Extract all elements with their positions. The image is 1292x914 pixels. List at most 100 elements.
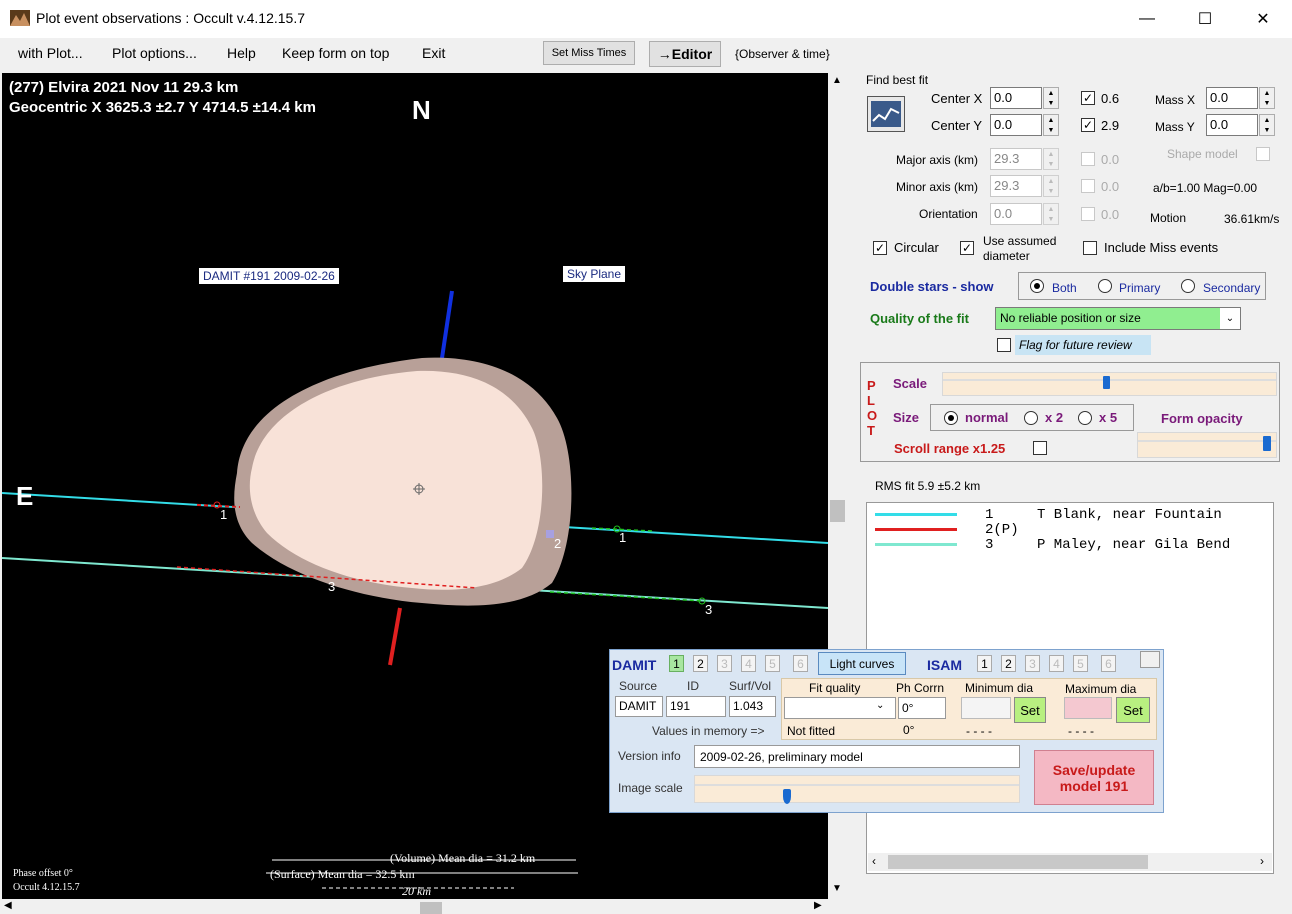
radio-both-label: Both [1052,281,1077,295]
damit-model-6[interactable]: 6 [793,655,808,672]
isam-model-2[interactable]: 2 [1001,655,1016,672]
source-label: Source [619,679,658,693]
set-minimum-dia-button[interactable]: Set [1014,697,1046,723]
center-y-spinner[interactable]: ▲ ▼ [1043,114,1059,136]
memory-ph-corrn: 0° [903,723,915,737]
radio-both[interactable] [1030,279,1044,293]
quality-dropdown[interactable]: No reliable position or size [995,307,1241,330]
scroll-range-checkbox[interactable] [1033,441,1047,455]
maximize-button[interactable]: ☐ [1176,0,1234,38]
surf-vol-field[interactable]: 1.043 [729,696,776,717]
isam-model-1[interactable]: 1 [977,655,992,672]
damit-model-3[interactable]: 3 [717,655,732,672]
isam-model-3[interactable]: 3 [1025,655,1040,672]
double-stars-label: Double stars - show [870,279,994,294]
version-info-label: Version info [618,749,681,763]
mass-y-spinner[interactable]: ▲ ▼ [1259,114,1275,136]
plot-horizontal-scrollbar[interactable]: ◀ ▶ [0,899,829,914]
menu-with-plot[interactable]: with Plot... [18,45,83,61]
observer-num-1: 1 [985,507,994,523]
minor-axis-input[interactable]: 29.3 [990,175,1042,197]
center-y-input[interactable]: 0.0 [990,114,1042,136]
use-assumed-checkbox[interactable]: ✓ [960,241,974,255]
list-scroll-left-icon[interactable]: ‹ [872,854,876,868]
mass-x-spinner[interactable]: ▲ ▼ [1259,87,1275,109]
image-scale-slider-thumb[interactable] [783,789,791,804]
light-curves-button[interactable]: Light curves [818,652,906,675]
scroll-down-icon[interactable]: ▼ [832,883,842,894]
scroll-left-icon[interactable]: ◀ [4,900,12,911]
major-fit-value: 0.0 [1101,152,1120,167]
menu-help[interactable]: Help [227,45,256,61]
form-opacity-slider[interactable] [1137,432,1277,458]
center-x-spinner[interactable]: ▲ ▼ [1043,87,1059,109]
radio-secondary[interactable] [1181,279,1195,293]
scale-slider[interactable] [942,372,1277,396]
ph-corrn-field[interactable]: 0° [898,697,946,719]
maximum-dia-field[interactable] [1064,697,1112,719]
scale-slider-thumb[interactable] [1103,376,1110,389]
observer-list-hscroll[interactable]: ‹ › [868,853,1272,871]
not-fitted-label: Not fitted [787,724,836,738]
damit-model-1[interactable]: 1 [669,655,684,672]
quality-dropdown-chevron-icon[interactable]: ⌄ [1220,308,1240,329]
radio-size-x2[interactable] [1024,411,1038,425]
list-hscroll-thumb[interactable] [888,855,1148,869]
save-update-model-button[interactable]: Save/update model 191 [1034,750,1154,805]
damit-model-2[interactable]: 2 [693,655,708,672]
orientation-fit-checkbox[interactable] [1081,207,1095,221]
radio-size-normal[interactable] [944,411,958,425]
orientation-spinner[interactable]: ▲ ▼ [1043,203,1059,225]
set-miss-times-button[interactable]: Set Miss Times [543,41,635,65]
menu-exit[interactable]: Exit [422,45,445,61]
include-miss-checkbox[interactable] [1083,241,1097,255]
minimum-dia-field[interactable] [961,697,1011,719]
minor-axis-spinner[interactable]: ▲ ▼ [1043,175,1059,197]
vscroll-thumb[interactable] [830,500,845,522]
radio-size-x5[interactable] [1078,411,1092,425]
set-maximum-dia-button[interactable]: Set [1116,697,1150,723]
close-button[interactable]: ✕ [1234,0,1292,38]
shape-model-checkbox[interactable] [1256,147,1270,161]
minor-fit-checkbox[interactable] [1081,179,1095,193]
list-scroll-right-icon[interactable]: › [1260,854,1264,868]
damit-panel-close-button[interactable] [1140,651,1160,668]
editor-button[interactable]: →Editor [649,41,721,67]
circular-checkbox[interactable]: ✓ [873,241,887,255]
damit-model-5[interactable]: 5 [765,655,780,672]
center-x-fit-checkbox[interactable]: ✓ [1081,91,1095,105]
fit-quality-chevron-icon[interactable]: ⌄ [876,700,884,711]
major-axis-input[interactable]: 29.3 [990,148,1042,170]
menu-plot-options[interactable]: Plot options... [112,45,197,61]
minimize-button[interactable]: — [1118,0,1176,38]
mass-y-input[interactable]: 0.0 [1206,114,1258,136]
flag-review-checkbox[interactable] [997,338,1011,352]
isam-model-6[interactable]: 6 [1101,655,1116,672]
mass-x-input[interactable]: 0.0 [1206,87,1258,109]
spin-axis-north [440,290,454,359]
center-x-input[interactable]: 0.0 [990,87,1042,109]
scroll-right-icon[interactable]: ▶ [814,900,822,911]
circular-label: Circular [894,240,939,255]
app-icon [10,10,30,26]
major-axis-spinner[interactable]: ▲ ▼ [1043,148,1059,170]
radio-primary[interactable] [1098,279,1112,293]
isam-model-5[interactable]: 5 [1073,655,1088,672]
best-fit-button[interactable] [867,96,905,132]
source-field[interactable]: DAMIT [615,696,663,717]
major-fit-checkbox[interactable] [1081,152,1095,166]
isam-model-4[interactable]: 4 [1049,655,1064,672]
form-opacity-slider-thumb[interactable] [1263,436,1271,451]
orientation-input[interactable]: 0.0 [990,203,1042,225]
id-field[interactable]: 191 [666,696,726,717]
hscroll-thumb[interactable] [420,902,442,914]
center-y-fit-checkbox[interactable]: ✓ [1081,118,1095,132]
version-info-field[interactable]: 2009-02-26, preliminary model [694,745,1020,768]
image-scale-slider[interactable] [694,775,1020,804]
size-label: Size [893,410,920,425]
minor-fit-value: 0.0 [1101,179,1120,194]
diameter-label: diameter [983,249,1030,263]
menu-keep-on-top[interactable]: Keep form on top [282,45,389,61]
scroll-up-icon[interactable]: ▲ [832,75,842,86]
damit-model-4[interactable]: 4 [741,655,756,672]
